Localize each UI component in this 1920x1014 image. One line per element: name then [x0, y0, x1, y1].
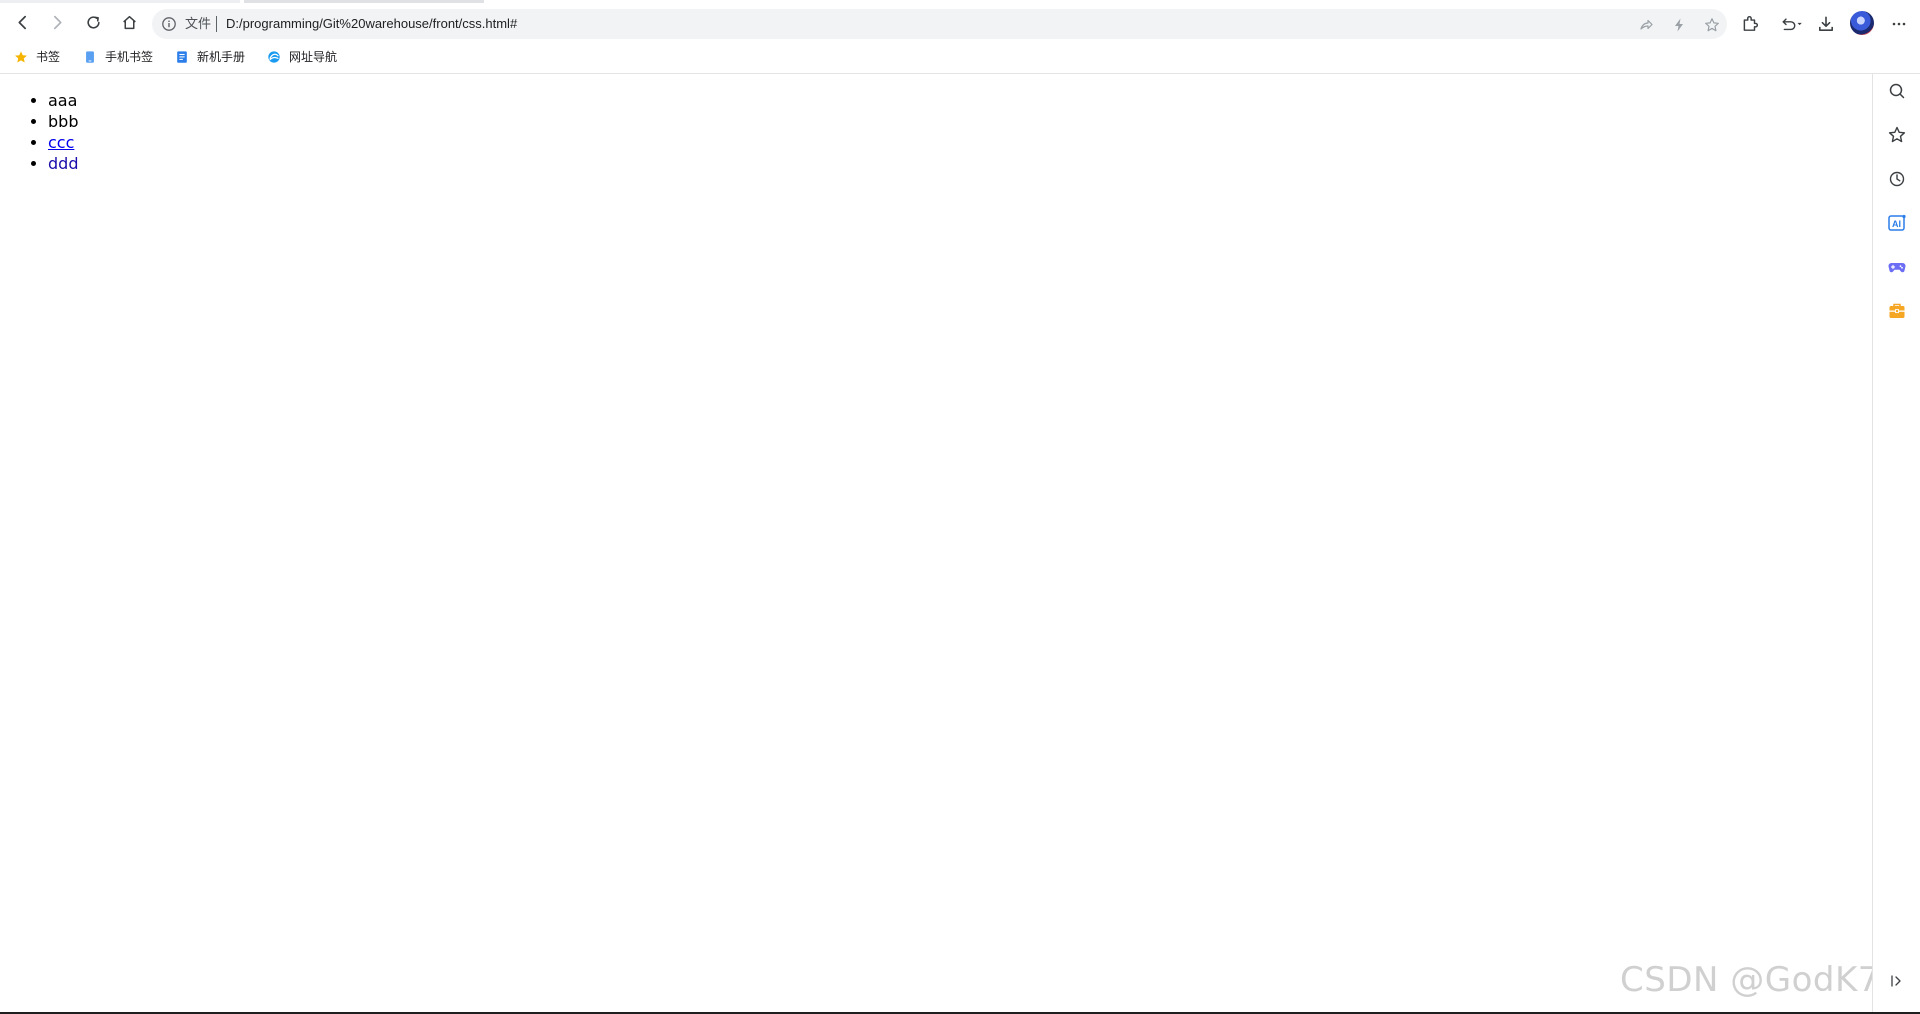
lightning-icon [1675, 18, 1683, 32]
url-scheme-label: 文件 [185, 16, 212, 31]
share-arrow-icon [1640, 19, 1653, 30]
ai-assistant-icon: AI [1888, 214, 1906, 231]
manual-icon [177, 51, 187, 63]
phone-bookmark-icon [86, 51, 94, 63]
sidebar-history-button[interactable] [1884, 166, 1910, 192]
search-icon [1889, 83, 1905, 99]
bookmark-label: 新机手册 [197, 50, 246, 64]
forward-arrow-icon [53, 15, 62, 29]
right-sidebar: AI [1872, 74, 1920, 1012]
star-outline-icon [1888, 126, 1906, 143]
favorite-button[interactable] [1703, 16, 1721, 34]
list-item: ddd [48, 153, 78, 174]
svg-text:AI: AI [1892, 219, 1901, 229]
downloads-button[interactable] [1812, 9, 1840, 39]
toolbox-icon [1889, 303, 1905, 318]
item-list: aaa bbb ccc ddd [48, 90, 78, 174]
list-item-link[interactable]: ccc [48, 133, 74, 152]
download-icon [1819, 16, 1833, 31]
home-button[interactable] [114, 7, 144, 37]
star-icon [15, 51, 27, 63]
bookmark-mobile-bookmarks[interactable]: 手机书签 [79, 46, 157, 68]
reload-button[interactable] [78, 7, 108, 37]
list-item: bbb [48, 111, 78, 132]
bookmark-url-navigation[interactable]: 网址导航 [263, 46, 341, 68]
list-item-text: bbb [48, 112, 79, 131]
browser-toolbar: 文件 [0, 3, 1920, 41]
puzzle-icon [1743, 16, 1758, 31]
list-item-text: aaa [48, 91, 78, 110]
list-item-link[interactable]: ddd [48, 154, 78, 173]
more-dots-icon [1892, 22, 1906, 26]
bookmark-label: 书签 [36, 50, 61, 64]
share-button[interactable] [1637, 16, 1655, 34]
bookmark-label: 网址导航 [289, 50, 338, 64]
back-arrow-icon [17, 15, 26, 29]
bookmark-new-device-manual[interactable]: 新机手册 [171, 46, 249, 68]
url-separator [216, 16, 217, 32]
profile-avatar[interactable] [1850, 11, 1874, 35]
sidebar-ai-button[interactable]: AI [1884, 210, 1910, 236]
sidebar-collapse-button[interactable] [1886, 970, 1908, 992]
clock-icon [1889, 171, 1905, 187]
sidebar-favorites-button[interactable] [1884, 122, 1910, 148]
url-input[interactable] [226, 9, 1426, 39]
info-icon[interactable] [161, 16, 177, 32]
gamepad-icon [1888, 263, 1906, 273]
menu-button[interactable] [1884, 9, 1914, 39]
reload-icon [86, 15, 100, 29]
sidebar-search-button[interactable] [1884, 78, 1910, 104]
bookmark-label: 手机书签 [105, 50, 154, 64]
forward-button[interactable] [42, 7, 72, 37]
list-item: aaa [48, 90, 78, 111]
undo-close-tab-button[interactable] [1774, 9, 1810, 39]
home-icon [122, 15, 136, 29]
undo-dropdown-icon [1782, 18, 1802, 31]
sidebar-toolbox-button[interactable] [1884, 298, 1910, 324]
sidebar-game-button[interactable] [1884, 254, 1910, 280]
speed-mode-button[interactable] [1670, 16, 1688, 34]
back-button[interactable] [7, 7, 37, 37]
list-item: ccc [48, 132, 78, 153]
collapse-sidebar-icon [1891, 975, 1901, 987]
navigation-icon [268, 51, 280, 63]
star-outline-icon [1705, 18, 1719, 32]
address-bar[interactable]: 文件 [152, 9, 1727, 39]
page-content: aaa bbb ccc ddd [0, 74, 1872, 1012]
bookmark-bookmarks[interactable]: 书签 [10, 46, 64, 68]
extensions-button[interactable] [1736, 9, 1764, 39]
bookmarks-bar: 书签 手机书签 新机手册 网址导航 [0, 41, 1920, 73]
